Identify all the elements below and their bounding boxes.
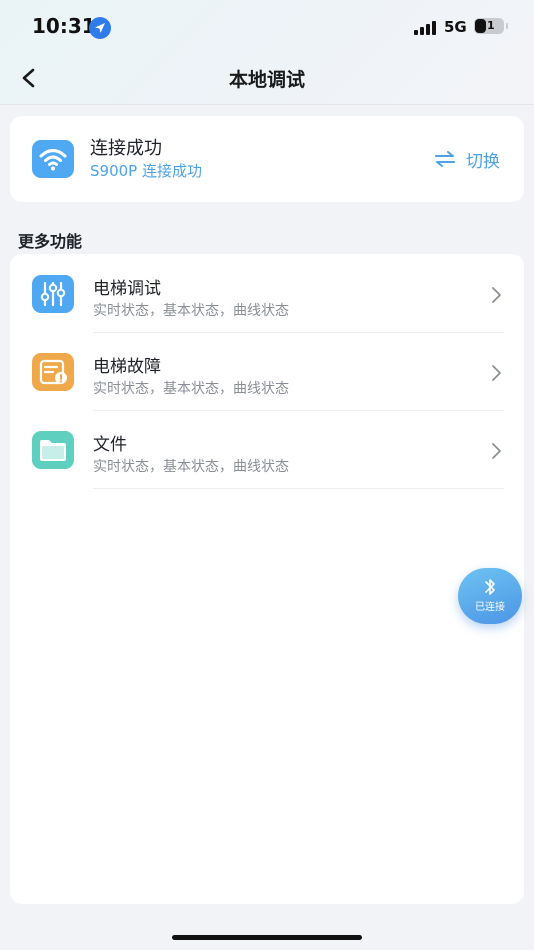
chevron-right-icon [492,365,501,381]
bluetooth-icon [485,579,495,595]
bluetooth-label: 已连接 [475,602,505,613]
list-item-elevator-debug[interactable]: 电梯调试 实时状态，基本状态，曲线状态 [10,255,524,333]
item-description: 实时状态，基本状态，曲线状态 [93,381,289,397]
switch-device-button[interactable]: 切换 [434,148,500,172]
section-title: 更多功能 [18,232,83,251]
item-name: 电梯调试 [93,279,161,299]
feature-list: 电梯调试 实时状态，基本状态，曲线状态 电梯故障 实时状态，基本状态，曲线状态 [10,254,524,904]
wifi-icon [32,140,74,178]
folder-icon [32,431,74,469]
item-name: 电梯故障 [93,357,161,377]
list-item-elevator-fault[interactable]: 电梯故障 实时状态，基本状态，曲线状态 [10,333,524,411]
switch-label: 切换 [466,151,500,172]
fault-doc-icon [32,353,74,391]
list-item-files[interactable]: 文件 实时状态，基本状态，曲线状态 [10,411,524,489]
chevron-right-icon [492,287,501,303]
page-title: 本地调试 [228,69,305,91]
bluetooth-status-button[interactable]: 已连接 [458,568,522,624]
connection-status: 连接成功 [90,138,162,159]
network-type: 5G [444,18,467,36]
connected-device: S900P 连接成功 [90,162,202,180]
home-indicator [172,935,362,940]
navigation-bar: 本地调试 [0,56,534,102]
cellular-signal-icon [414,19,438,35]
connection-card: 连接成功 S900P 连接成功 切换 [10,116,524,202]
battery-icon: 31 [474,18,508,34]
item-name: 文件 [93,435,127,455]
location-arrow-icon [89,17,111,39]
battery-level: 31 [479,19,495,32]
item-description: 实时状态，基本状态，曲线状态 [93,459,289,475]
chevron-right-icon [492,443,501,459]
status-time: 10:31 [32,14,96,38]
swap-arrows-icon [435,151,455,167]
item-description: 实时状态，基本状态，曲线状态 [93,303,289,319]
status-bar: 10:31 5G 31 [0,0,534,56]
sliders-icon [32,275,74,313]
